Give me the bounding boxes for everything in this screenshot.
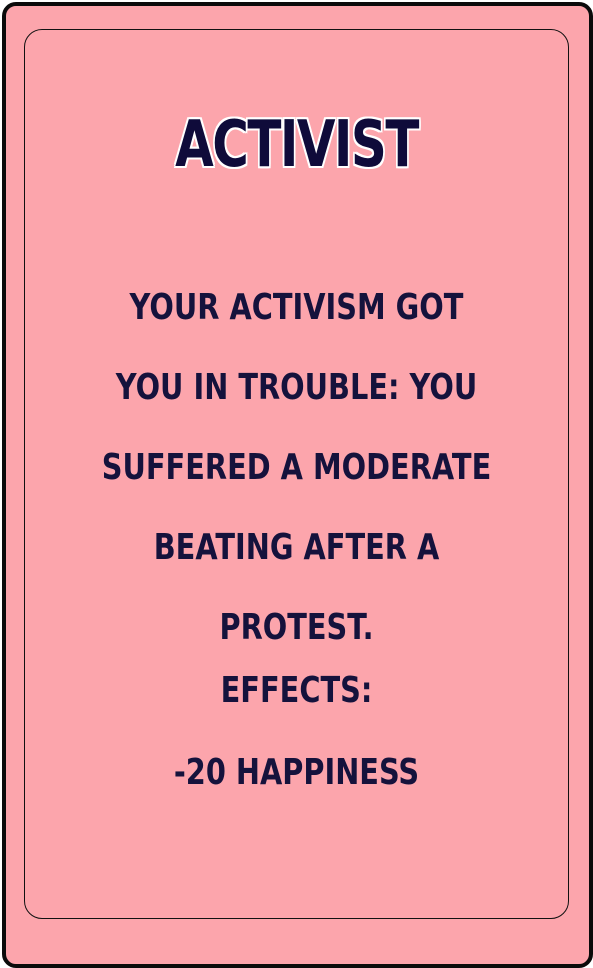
card-title: ACTIVIST <box>175 108 419 182</box>
effects-label: EFFECTS: <box>220 670 373 711</box>
effect-happiness: -20 HAPPINESS <box>173 752 420 793</box>
card-description: YOUR ACTIVISM GOT YOU IN TROUBLE: YOU SU… <box>101 287 492 648</box>
